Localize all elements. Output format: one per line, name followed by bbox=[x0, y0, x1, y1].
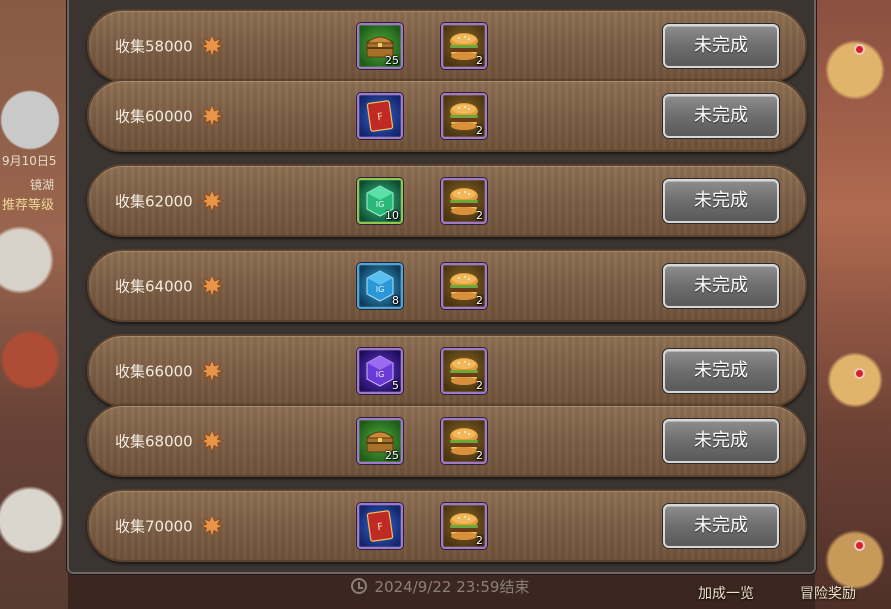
notification-dot bbox=[854, 368, 865, 379]
red-ticket-icon[interactable]: F bbox=[357, 502, 403, 549]
item-count: 2 bbox=[476, 123, 483, 137]
svg-text:IG: IG bbox=[376, 285, 385, 294]
maple-leaf-icon bbox=[199, 188, 225, 215]
incomplete-button[interactable]: 未完成 bbox=[663, 348, 779, 393]
incomplete-button[interactable]: 未完成 bbox=[663, 178, 779, 223]
notification-dot bbox=[854, 44, 865, 55]
collect-target-label: 收集62000 bbox=[115, 192, 193, 210]
adventure-reward-button[interactable]: 冒险奖励 bbox=[800, 583, 856, 603]
background-recommend-text: 推荐等级 bbox=[2, 198, 55, 213]
treasure-chest-icon[interactable]: 25 bbox=[357, 22, 403, 69]
bonus-list-button[interactable]: 加成一览 bbox=[698, 583, 754, 603]
item-count: 2 bbox=[476, 378, 483, 392]
collect-target-label: 收集58000 bbox=[115, 37, 193, 55]
reward-row: 收集70000 F 2 未完成 bbox=[87, 489, 807, 562]
collect-target-label: 收集60000 bbox=[115, 107, 193, 125]
incomplete-button[interactable]: 未完成 bbox=[663, 93, 779, 138]
collect-target-label: 收集70000 bbox=[115, 517, 193, 535]
incomplete-button[interactable]: 未完成 bbox=[663, 23, 779, 68]
burger-icon[interactable]: 2 bbox=[441, 92, 487, 139]
reward-row: 收集60000 F 2 未完成 bbox=[87, 79, 807, 152]
item-count: 2 bbox=[476, 448, 483, 462]
burger-icon[interactable]: 2 bbox=[441, 417, 487, 464]
clock-icon bbox=[350, 578, 367, 594]
maple-leaf-icon bbox=[199, 358, 225, 385]
item-count: 10 bbox=[385, 208, 399, 222]
burger-icon[interactable]: 2 bbox=[441, 262, 487, 309]
background-location-text: 镜湖 bbox=[30, 178, 55, 192]
reward-row: 收集66000 IG 5 2 未完成 bbox=[87, 334, 807, 407]
green-cube-icon[interactable]: IG 10 bbox=[357, 177, 403, 224]
svg-text:IG: IG bbox=[376, 200, 385, 209]
background-right bbox=[815, 0, 891, 609]
item-count: 2 bbox=[476, 533, 483, 547]
collect-target-label: 收集66000 bbox=[115, 362, 193, 380]
burger-icon[interactable]: 2 bbox=[441, 347, 487, 394]
treasure-chest-icon[interactable]: 25 bbox=[357, 417, 403, 464]
incomplete-button[interactable]: 未完成 bbox=[663, 418, 779, 463]
item-count: 8 bbox=[392, 293, 399, 307]
collect-target-label: 收集68000 bbox=[115, 432, 193, 450]
maple-leaf-icon bbox=[199, 428, 225, 455]
notification-dot bbox=[854, 540, 865, 551]
reward-row: 收集58000 25 2 未完成 bbox=[87, 9, 807, 82]
incomplete-button[interactable]: 未完成 bbox=[663, 263, 779, 308]
item-count: 5 bbox=[392, 378, 399, 392]
item-count: 25 bbox=[385, 448, 399, 462]
maple-leaf-icon bbox=[199, 273, 225, 300]
burger-icon[interactable]: 2 bbox=[441, 22, 487, 69]
maple-leaf-icon bbox=[199, 33, 225, 60]
svg-text:IG: IG bbox=[376, 370, 385, 379]
purple-cube-icon[interactable]: IG 5 bbox=[357, 347, 403, 394]
burger-icon[interactable]: 2 bbox=[441, 177, 487, 224]
collect-target-label: 收集64000 bbox=[115, 277, 193, 295]
item-count: 2 bbox=[476, 208, 483, 222]
item-count: 2 bbox=[476, 53, 483, 67]
maple-leaf-icon bbox=[199, 513, 225, 540]
end-time-text: 2024/9/22 23:59结束 bbox=[374, 577, 530, 596]
reward-row: 收集62000 IG 10 2 未完成 bbox=[87, 164, 807, 237]
incomplete-button[interactable]: 未完成 bbox=[663, 503, 779, 548]
burger-icon[interactable]: 2 bbox=[441, 502, 487, 549]
item-count: 25 bbox=[385, 53, 399, 67]
item-count: 2 bbox=[476, 293, 483, 307]
reward-row: 收集68000 25 2 未完成 bbox=[87, 404, 807, 477]
red-ticket-icon[interactable]: F bbox=[357, 92, 403, 139]
background-date-text: 9月10日5 bbox=[2, 154, 57, 168]
end-timer: 2024/9/22 23:59结束 bbox=[255, 566, 625, 606]
blue-cube-icon[interactable]: IG 8 bbox=[357, 262, 403, 309]
background-left: 9月10日5 镜湖 推荐等级 bbox=[0, 0, 68, 609]
maple-leaf-icon bbox=[199, 103, 225, 130]
reward-row: 收集64000 IG 8 2 未完成 bbox=[87, 249, 807, 322]
